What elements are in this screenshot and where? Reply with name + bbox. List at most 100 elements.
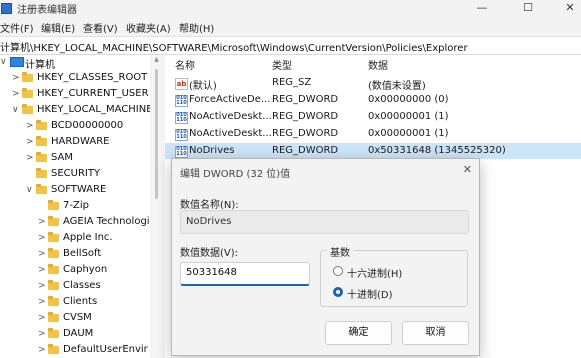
folder-icon bbox=[48, 216, 59, 226]
value-type: REG_DWORD bbox=[272, 145, 339, 156]
cancel-button[interactable]: 取消 bbox=[402, 321, 469, 345]
chevron-right-icon[interactable]: > bbox=[38, 249, 46, 259]
menu-file[interactable]: 文件(F) bbox=[0, 20, 34, 35]
chevron-right-icon[interactable]: > bbox=[38, 217, 46, 227]
table-row[interactable]: 010 110 ForceActiveDe... REG_DWORD 0x0000… bbox=[165, 92, 581, 108]
chevron-right-icon[interactable]: > bbox=[38, 233, 46, 243]
binary-value-icon: 010 110 bbox=[175, 129, 188, 141]
address-path: 计算机\HKEY_LOCAL_MACHINE\SOFTWARE\Microsof… bbox=[0, 43, 468, 54]
table-row[interactable]: 010 110 NoActiveDeskt... REG_DWORD 0x0000… bbox=[165, 126, 581, 142]
chevron-down-icon[interactable]: ∨ bbox=[26, 185, 33, 195]
value-type: REG_DWORD bbox=[272, 111, 339, 122]
folder-icon bbox=[36, 184, 47, 194]
chevron-right-icon[interactable]: > bbox=[38, 265, 46, 275]
value-name: NoActiveDeskt... bbox=[189, 128, 272, 139]
value-name: NoDrives bbox=[189, 145, 235, 156]
menu-bar: 文件(F) 编辑(E) 查看(V) 收藏夹(A) 帮助(H) bbox=[0, 17, 581, 35]
base-label: 基数 bbox=[327, 244, 353, 259]
value-data: 0x00000001 (1) bbox=[368, 111, 449, 122]
chevron-right-icon[interactable]: > bbox=[26, 137, 34, 147]
hex-radio-label[interactable]: 十六进制(H) bbox=[347, 265, 402, 280]
chevron-right-icon[interactable]: > bbox=[12, 89, 20, 99]
ok-button[interactable]: 确定 bbox=[325, 321, 392, 345]
chevron-right-icon[interactable]: > bbox=[38, 313, 46, 323]
folder-icon bbox=[22, 88, 33, 98]
window-title: 注册表编辑器 bbox=[17, 5, 77, 16]
tree-item-label: 计算机 bbox=[25, 60, 55, 71]
value-name-label: 数值名称(N): bbox=[180, 200, 239, 211]
table-row-selected[interactable]: 010 110 NoDrives REG_DWORD 0x50331648 (13… bbox=[165, 143, 581, 159]
decimal-radio[interactable] bbox=[333, 287, 343, 297]
decimal-radio-label[interactable]: 十进制(D) bbox=[347, 286, 393, 301]
chevron-down-icon[interactable]: ∨ bbox=[0, 57, 7, 67]
scrollbar-thumb[interactable] bbox=[155, 69, 158, 199]
computer-icon bbox=[10, 57, 24, 67]
tree-item-label: HKEY_LOCAL_MACHINE bbox=[37, 104, 150, 115]
tree-item-label: BCD00000000 bbox=[51, 120, 124, 131]
folder-icon bbox=[48, 200, 59, 210]
chevron-right-icon[interactable]: > bbox=[26, 153, 34, 163]
value-data: 0x00000001 (1) bbox=[368, 128, 449, 139]
tree-item-label: AGEIA Technologie bbox=[63, 216, 150, 227]
edit-dword-dialog: 编辑 DWORD (32 位)值 ✕ 数值名称(N): NoDrives 数值数… bbox=[171, 158, 480, 356]
chevron-right-icon[interactable]: > bbox=[38, 281, 46, 291]
tree-scrollbar[interactable]: ▲ bbox=[152, 55, 161, 358]
minimize-button[interactable]: — bbox=[462, 0, 502, 16]
tree-item-label: 7-Zip bbox=[63, 200, 89, 211]
address-bar[interactable]: 计算机\HKEY_LOCAL_MACHINE\SOFTWARE\Microsof… bbox=[0, 36, 581, 55]
column-header-data[interactable]: 数据 bbox=[368, 57, 388, 72]
folder-icon bbox=[48, 328, 59, 338]
folder-icon bbox=[48, 264, 59, 274]
chevron-down-icon[interactable]: ∨ bbox=[12, 105, 19, 115]
binary-value-icon: 010 110 bbox=[175, 146, 188, 158]
tree-item-label: BellSoft bbox=[63, 248, 102, 259]
column-header-name[interactable]: 名称 bbox=[175, 57, 195, 72]
scroll-up-icon[interactable]: ▲ bbox=[152, 56, 161, 66]
hex-radio[interactable] bbox=[333, 266, 343, 276]
tree-item-label: HARDWARE bbox=[51, 136, 110, 147]
value-type: REG_SZ bbox=[272, 77, 312, 88]
tree-item-label: SECURITY bbox=[51, 168, 101, 179]
tree-item-label: Apple Inc. bbox=[63, 232, 113, 243]
table-row[interactable]: ab (默认) REG_SZ (数值未设置) bbox=[165, 75, 581, 92]
column-header-type[interactable]: 类型 bbox=[272, 57, 292, 72]
tree-item-label: HKEY_CLASSES_ROOT bbox=[37, 72, 148, 83]
regedit-app-icon bbox=[1, 3, 12, 14]
string-value-icon: ab bbox=[175, 78, 188, 90]
registry-tree: ∨ 计算机 > HKEY_CLASSES_ROOT > HKEY_CURRENT_US… bbox=[0, 55, 150, 358]
folder-icon bbox=[36, 168, 47, 178]
folder-icon bbox=[22, 104, 33, 114]
value-data-input[interactable]: 50331648 bbox=[180, 262, 310, 286]
chevron-right-icon[interactable]: > bbox=[38, 329, 46, 339]
base-group: 基数 十六进制(H) 十进制(D) bbox=[320, 244, 468, 307]
value-name: (默认) bbox=[189, 81, 217, 92]
tree-item-label: SAM bbox=[51, 152, 74, 163]
folder-icon bbox=[48, 296, 59, 306]
folder-icon bbox=[36, 152, 47, 162]
tree-item-label: Caphyon bbox=[63, 264, 108, 275]
menu-help[interactable]: 帮助(H) bbox=[179, 20, 214, 35]
value-type: REG_DWORD bbox=[272, 128, 339, 139]
chevron-right-icon[interactable]: > bbox=[26, 121, 34, 131]
value-data-label: 数值数据(V): bbox=[180, 248, 239, 259]
folder-icon bbox=[48, 232, 59, 242]
tree-item-label: DAUM bbox=[63, 328, 94, 339]
folder-icon bbox=[36, 120, 47, 130]
table-row[interactable]: 010 110 NoActiveDeskt... REG_DWORD 0x0000… bbox=[165, 109, 581, 125]
dialog-close-button[interactable]: ✕ bbox=[463, 163, 472, 176]
close-button[interactable]: ✕ bbox=[550, 0, 581, 16]
menu-view[interactable]: 查看(V) bbox=[83, 20, 118, 35]
chevron-right-icon[interactable]: > bbox=[38, 345, 46, 355]
dialog-title: 编辑 DWORD (32 位)值 bbox=[180, 169, 291, 180]
value-name-field: NoDrives bbox=[180, 210, 469, 234]
tree-item-label: HKEY_CURRENT_USER bbox=[37, 88, 149, 99]
value-data: 0x00000000 (0) bbox=[368, 94, 449, 105]
folder-icon bbox=[48, 248, 59, 258]
menu-favorites[interactable]: 收藏夹(A) bbox=[126, 20, 171, 35]
binary-value-icon: 010 110 bbox=[175, 112, 188, 124]
menu-edit[interactable]: 编辑(E) bbox=[41, 20, 75, 35]
chevron-right-icon[interactable]: > bbox=[38, 297, 46, 307]
chevron-right-icon[interactable]: > bbox=[12, 73, 20, 83]
title-bar: 注册表编辑器 — ☐ ✕ bbox=[0, 0, 581, 16]
maximize-button[interactable]: ☐ bbox=[508, 0, 548, 16]
